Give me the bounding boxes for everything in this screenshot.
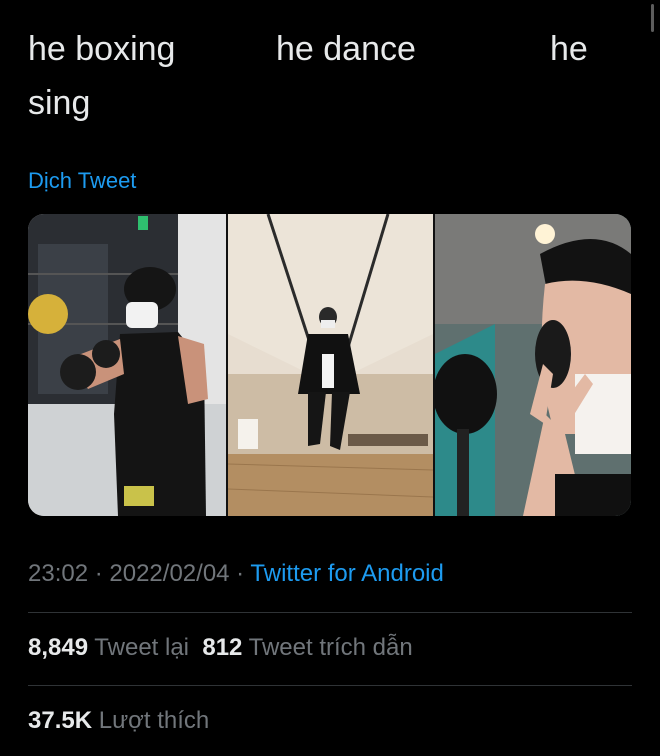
retweets-label: Tweet lại xyxy=(94,634,190,661)
tweet-text-part: sing xyxy=(28,84,91,122)
tweet-text-part: he boxing xyxy=(28,30,176,68)
tweet-text-part: he dance xyxy=(276,30,416,68)
scrollbar[interactable] xyxy=(651,4,654,32)
boxing-illustration xyxy=(28,214,226,516)
tweet-text-part: he xyxy=(550,30,588,68)
meta-separator: · xyxy=(229,560,251,587)
boxing-photo[interactable] xyxy=(28,214,226,516)
engagement-stats: 8,849 Tweet lại 812 Tweet trích dẫn xyxy=(28,634,413,662)
quotes-label: Tweet trích dẫn xyxy=(248,634,413,661)
tweet-time: 23:02 xyxy=(28,560,89,587)
singing-illustration xyxy=(435,214,631,516)
likes-label: Lượt thích xyxy=(98,707,210,734)
singing-selfie-photo[interactable] xyxy=(435,214,631,516)
tweet-date: 2022/02/04 xyxy=(109,560,230,587)
likes-link[interactable]: 37.5K Lượt thích xyxy=(28,707,209,734)
meta-separator: · xyxy=(88,560,110,587)
translate-tweet-link[interactable]: Dịch Tweet xyxy=(28,168,136,194)
tweet-source-link[interactable]: Twitter for Android xyxy=(250,560,443,587)
tweet-meta: 23:02 · 2022/02/04 · Twitter for Android xyxy=(28,560,444,588)
divider xyxy=(28,612,632,613)
quotes-link[interactable]: 812 Tweet trích dẫn xyxy=(202,634,412,661)
divider xyxy=(28,685,632,686)
likes-stat: 37.5K Lượt thích xyxy=(28,707,209,735)
retweets-link[interactable]: 8,849 Tweet lại xyxy=(28,634,189,661)
dance-photo[interactable] xyxy=(228,214,433,516)
likes-count: 37.5K xyxy=(28,707,93,734)
dance-illustration xyxy=(228,214,433,516)
retweets-count: 8,849 xyxy=(28,634,89,661)
media-grid[interactable] xyxy=(28,214,631,516)
quotes-count: 812 xyxy=(202,634,243,661)
